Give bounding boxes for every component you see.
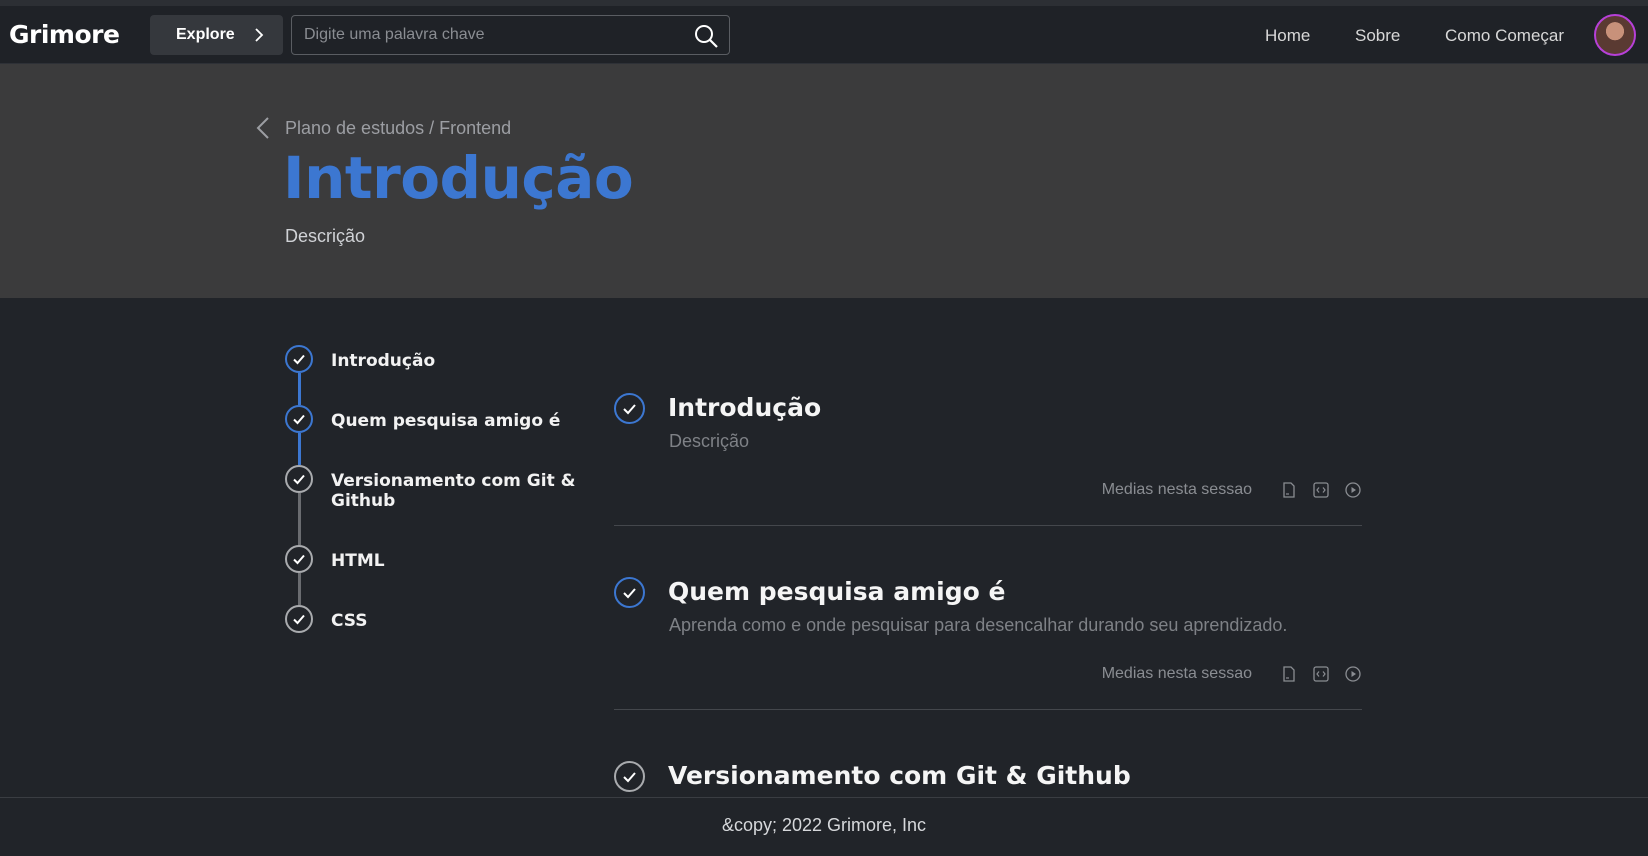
check-circle-icon (285, 545, 313, 573)
timeline-item-label: Introdução (331, 351, 436, 371)
explore-button-label: Explore (176, 26, 235, 43)
check-circle-icon (614, 761, 645, 792)
logo[interactable]: Grimore (9, 20, 120, 49)
search-icon[interactable] (693, 23, 719, 49)
search-input[interactable] (304, 22, 684, 48)
study-timeline: Introdução Quem pesquisa amigo é Version… (283, 345, 583, 645)
section-medias: Medias nesta sessao (1102, 481, 1362, 499)
timeline-item-label: Quem pesquisa amigo é (331, 411, 561, 431)
chevron-right-icon (255, 28, 263, 42)
timeline-connector (298, 373, 301, 405)
code-icon[interactable] (1312, 665, 1330, 683)
nav-home-link[interactable]: Home (1265, 26, 1310, 46)
file-icon[interactable] (1280, 481, 1298, 499)
check-circle-icon (285, 605, 313, 633)
section-divider (614, 709, 1362, 710)
explore-button[interactable]: Explore (150, 15, 283, 55)
page-title: Introdução (283, 144, 634, 212)
timeline-connector (298, 573, 301, 605)
section-title[interactable]: Quem pesquisa amigo é (668, 577, 1005, 606)
timeline-connector (298, 493, 301, 545)
file-icon[interactable] (1280, 665, 1298, 683)
check-circle-icon (614, 393, 645, 424)
timeline-item-label: Versionamento com Git & Github (331, 471, 576, 511)
section-medias: Medias nesta sessao (1102, 665, 1362, 683)
nav-sobre-link[interactable]: Sobre (1355, 26, 1400, 46)
section-title[interactable]: Versionamento com Git & Github (668, 761, 1131, 790)
page-description: Descrição (285, 226, 366, 246)
check-circle-icon (614, 577, 645, 608)
section-description: Descrição (669, 431, 750, 451)
avatar[interactable] (1594, 14, 1636, 56)
check-circle-icon (285, 465, 313, 493)
nav-como-comecar-link[interactable]: Como Começar (1445, 26, 1564, 46)
chevron-left-icon[interactable] (254, 116, 272, 140)
breadcrumb[interactable]: Plano de estudos / Frontend (285, 118, 511, 139)
section-title[interactable]: Introdução (668, 393, 821, 422)
timeline-item-label: HTML (331, 551, 385, 571)
timeline-connector (298, 433, 301, 465)
play-icon[interactable] (1344, 481, 1362, 499)
section-description: Aprenda como e onde pesquisar para desen… (669, 615, 1288, 635)
top-navbar: Grimore Explore Home Sobre Como Começar (0, 6, 1648, 64)
footer-copyright: &copy; 2022 Grimore, Inc (721, 815, 927, 835)
page-footer: &copy; 2022 Grimore, Inc (0, 797, 1648, 856)
play-icon[interactable] (1344, 665, 1362, 683)
medias-label: Medias nesta sessao (1101, 665, 1252, 682)
medias-label: Medias nesta sessao (1101, 481, 1252, 498)
check-circle-icon (285, 345, 313, 373)
section-divider (614, 525, 1362, 526)
timeline-item-label: CSS (331, 611, 368, 631)
page-hero: Plano de estudos / Frontend Introdução D… (0, 64, 1648, 298)
check-circle-icon (285, 405, 313, 433)
search-box (291, 15, 730, 55)
code-icon[interactable] (1312, 481, 1330, 499)
